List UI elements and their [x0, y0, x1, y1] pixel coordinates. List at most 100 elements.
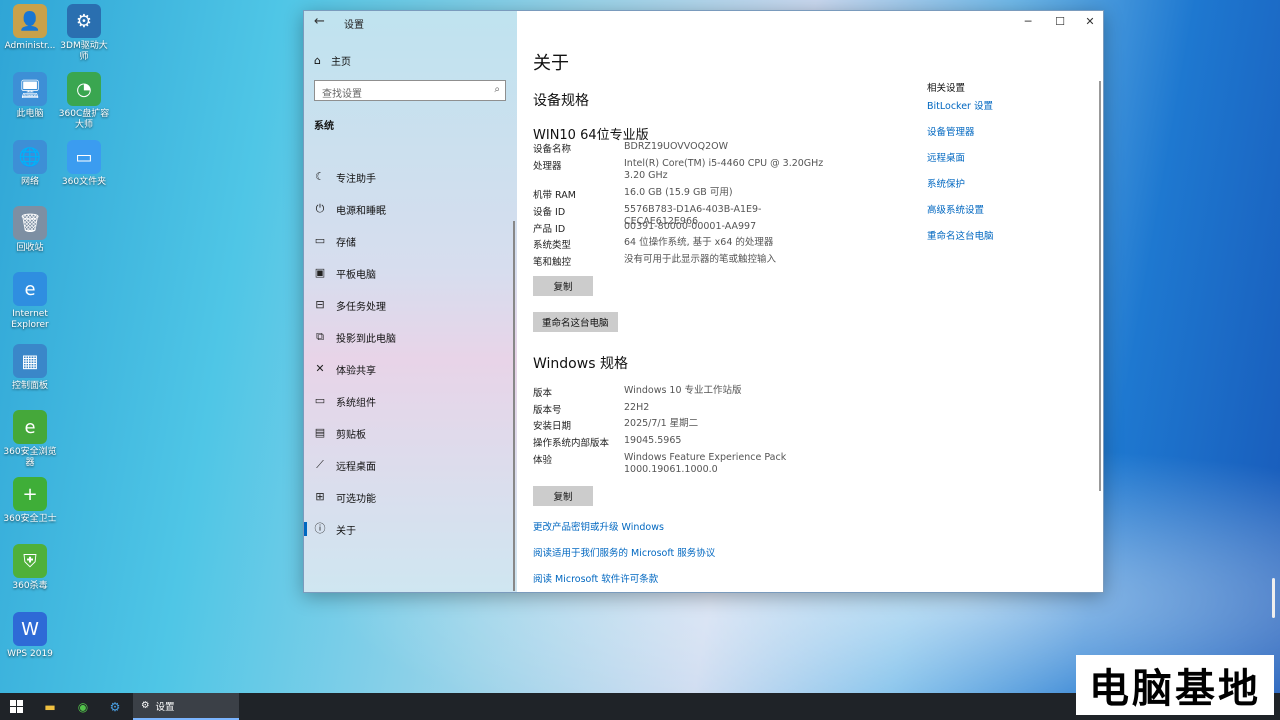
desktop-icon[interactable]: W WPS 2019: [2, 612, 58, 660]
desktop-icon[interactable]: ▭ 360文件夹: [56, 140, 112, 188]
desktop-icon-label: 360安全浏览器: [3, 447, 57, 468]
change-product-key-link[interactable]: 更改产品密钥或升级 Windows: [533, 519, 664, 533]
search-icon[interactable]: ⌕: [494, 84, 500, 95]
spec-value: 22H2: [624, 402, 650, 413]
license-terms-link[interactable]: 阅读 Microsoft 软件许可条款: [533, 571, 658, 585]
watermark-logo: 电脑基地: [1076, 655, 1274, 715]
spec-key: 笔和触控: [533, 257, 572, 268]
desktop-app-icon: 🌐: [13, 140, 47, 174]
nav-item-label: 远程桌面: [336, 461, 376, 473]
spec-value: BDRZ19UOVVOQ2OW: [624, 141, 728, 152]
spec-row: 操作系统内部版本 19045.5965: [533, 435, 853, 449]
windows-start-icon[interactable]: [10, 700, 23, 713]
minimize-button[interactable]: ─: [1013, 15, 1043, 31]
taskbar-settings-label: 设置: [155, 701, 175, 713]
nav-item[interactable]: ▭ 系统组件: [304, 385, 517, 417]
nav-item[interactable]: ▭ 存储: [304, 225, 517, 257]
spec-key: 版本号: [533, 405, 562, 416]
desktop-app-icon: W: [13, 612, 47, 646]
desktop-app-icon: ▦: [13, 344, 47, 378]
spec-key: 机带 RAM: [533, 190, 576, 201]
nav-item[interactable]: ⏻ 电源和睡眠: [304, 193, 517, 225]
spec-value: Intel(R) Core(TM) i5-4460 CPU @ 3.20GHz …: [624, 158, 824, 181]
home-icon: ⌂: [314, 54, 321, 67]
spec-key: 设备名称: [533, 144, 572, 155]
nav-item-label: 存储: [336, 237, 356, 249]
content-scrollbar[interactable]: [1099, 81, 1101, 491]
nav-item-label: 体验共享: [336, 365, 376, 377]
desktop-icon[interactable]: ◔ 360C盘扩容大师: [56, 72, 112, 131]
nav-item-label: 专注助手: [336, 173, 376, 185]
desktop-icon[interactable]: 🖥 此电脑: [2, 72, 58, 120]
windows-specs-title: Windows 规格: [533, 356, 628, 372]
related-settings-link[interactable]: BitLocker 设置: [927, 98, 993, 112]
back-arrow-icon[interactable]: ←: [314, 14, 330, 30]
components-icon: ▭: [314, 394, 326, 407]
service-agreement-link[interactable]: 阅读适用于我们服务的 Microsoft 服务协议: [533, 545, 715, 559]
desktop-icon[interactable]: ⚙ 3DM驱动大师: [56, 4, 112, 63]
related-settings-link[interactable]: 系统保护: [927, 176, 965, 190]
maximize-button[interactable]: ☐: [1045, 15, 1075, 31]
spec-value: Windows Feature Experience Pack 1000.190…: [624, 452, 787, 475]
search-input[interactable]: 查找设置 ⌕: [314, 80, 506, 101]
window-title: 设置: [344, 20, 364, 31]
desktop-icon[interactable]: +360安全卫士: [2, 477, 58, 525]
nav-item[interactable]: ⊟ 多任务处理: [304, 289, 517, 321]
desktop-icon-label: 3DM驱动大师: [60, 41, 108, 62]
desktop-icon-label: 360杀毒: [12, 581, 48, 591]
spec-row: 笔和触控 没有可用于此显示器的笔或触控输入: [533, 254, 853, 268]
desktop-app-icon: 🗑: [13, 206, 47, 240]
spec-key: 安装日期: [533, 421, 572, 432]
desktop-icon[interactable]: e 360安全浏览器: [2, 410, 58, 469]
desktop-app-icon: e: [13, 410, 47, 444]
desktop-app-icon: e: [13, 272, 47, 306]
info-icon: ⓘ: [314, 522, 326, 535]
nav-item-label: 系统组件: [336, 397, 376, 409]
nav-item[interactable]: ⟋ 远程桌面: [304, 449, 517, 481]
spec-value: 00391-80000-00001-AA997: [624, 221, 757, 232]
storage-icon: ▭: [314, 234, 326, 247]
desktop-icon[interactable]: e Internet Explorer: [2, 272, 58, 331]
copy-device-specs-button[interactable]: 复制: [533, 276, 593, 296]
related-settings-link[interactable]: 设备管理器: [927, 124, 975, 138]
nav-item[interactable]: ▤ 剪贴板: [304, 417, 517, 449]
desktop-icon[interactable]: 🌐 网络: [2, 140, 58, 188]
copy-windows-specs-button[interactable]: 复制: [533, 486, 593, 506]
nav-home[interactable]: ⌂ 主页: [314, 53, 351, 68]
desktop-app-icon: 🖥: [13, 72, 47, 106]
settings-gear-icon: ⚙: [141, 700, 150, 711]
related-settings-link[interactable]: 高级系统设置: [927, 202, 984, 216]
spec-row: 版本 Windows 10 专业工作站版: [533, 385, 853, 399]
nav-item[interactable]: ⓘ 关于: [304, 513, 517, 545]
nav-home-label: 主页: [330, 57, 351, 68]
spec-row: 机带 RAM 16.0 GB (15.9 GB 可用): [533, 187, 853, 201]
nav-scrollbar[interactable]: [513, 221, 515, 591]
nav-item[interactable]: ☾ 专注助手: [304, 161, 517, 193]
desktop-edge-scroll-indicator: [1272, 578, 1275, 618]
desktop-icon[interactable]: ⛨ 360杀毒: [2, 544, 58, 592]
close-button[interactable]: ✕: [1075, 15, 1105, 31]
related-settings-link[interactable]: 远程桌面: [927, 150, 965, 164]
desktop-icon[interactable]: ▦ 控制面板: [2, 344, 58, 392]
nav-item[interactable]: ▣ 平板电脑: [304, 257, 517, 289]
spec-row: 设备名称 BDRZ19UOVVOQ2OW: [533, 141, 853, 155]
rename-pc-button[interactable]: 重命名这台电脑: [533, 312, 618, 332]
share-icon: ✕: [315, 362, 325, 375]
related-settings-link[interactable]: 重命名这台电脑: [927, 228, 994, 242]
nav-item-label: 电源和睡眠: [336, 205, 386, 217]
spec-row: 安装日期 2025/7/1 星期二: [533, 418, 853, 432]
browser-360-icon[interactable]: ◉: [72, 696, 94, 718]
taskbar-settings-app[interactable]: ⚙ 设置: [133, 693, 239, 720]
nav-item[interactable]: ⧉ 投影到此电脑: [304, 321, 517, 353]
desktop-icon[interactable]: 🗑 回收站: [2, 206, 58, 254]
desktop-icon[interactable]: 👤 Administr...: [2, 4, 58, 52]
settings-window: ← 设置 ⌂ 主页 查找设置 ⌕ 系统 ☾ 专注助手 ⏻ 电源和睡眠 ▭ 存储 ▣ 平板电脑 ⊟…: [303, 10, 1104, 593]
file-explorer-icon[interactable]: ▬: [39, 696, 61, 718]
driver-master-icon[interactable]: ⚙: [104, 696, 126, 718]
desktop-icon-label: 网络: [20, 177, 39, 187]
spec-value: Windows 10 专业工作站版: [624, 385, 742, 396]
desktop-app-icon: ⛨: [13, 544, 47, 578]
desktop-app-icon: ⚙: [67, 4, 101, 38]
nav-item[interactable]: ⊞ 可选功能: [304, 481, 517, 513]
nav-item[interactable]: ✕ 体验共享: [304, 353, 517, 385]
